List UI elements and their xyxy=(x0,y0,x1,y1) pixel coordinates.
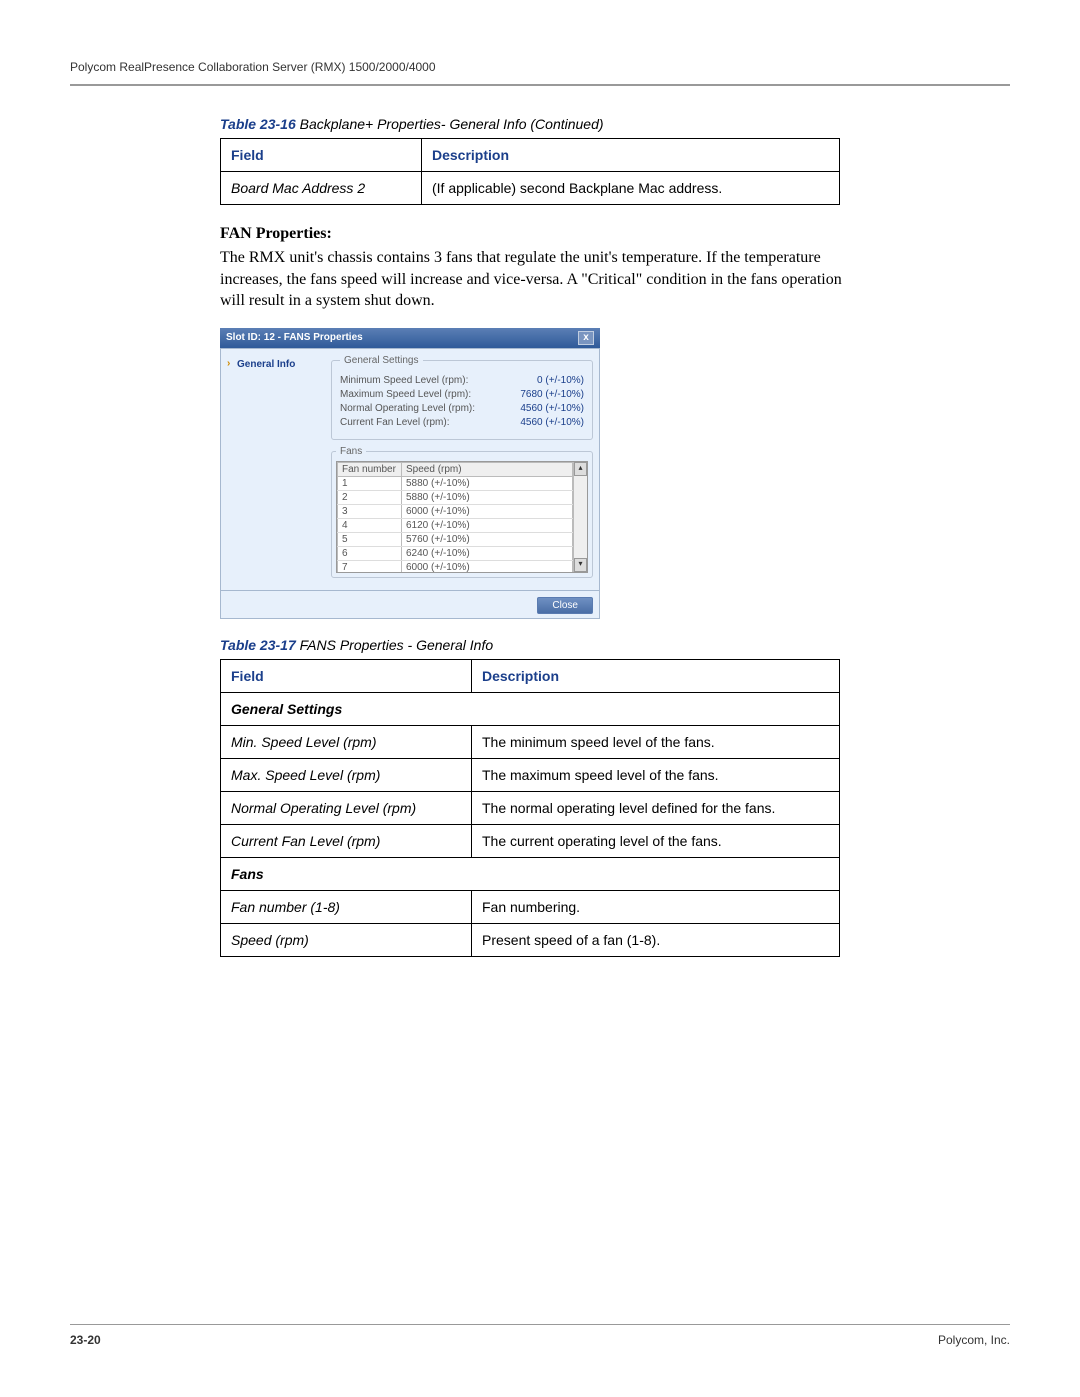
fan-speed: 5880 (+/-10%) xyxy=(402,490,573,504)
table-row: Normal Operating Level (rpm)The normal o… xyxy=(221,791,840,824)
table-row: Current Fan Level (rpm)The current opera… xyxy=(221,824,840,857)
fan-speed: 6000 (+/-10%) xyxy=(402,504,573,518)
table-row: Min. Speed Level (rpm)The minimum speed … xyxy=(221,725,840,758)
fan-number: 1 xyxy=(338,476,402,490)
fan-row: 55760 (+/-10%) xyxy=(338,532,573,546)
table-cell-desc: (If applicable) second Backplane Mac add… xyxy=(422,172,840,205)
table-cell-desc: Fan numbering. xyxy=(472,890,840,923)
table-16-number: Table 23-16 xyxy=(220,116,296,132)
fan-properties-paragraph: The RMX unit's chassis contains 3 fans t… xyxy=(220,247,860,312)
table-row: Fan number (1-8)Fan numbering. xyxy=(221,890,840,923)
fan-number: 5 xyxy=(338,532,402,546)
table-cell-desc: The minimum speed level of the fans. xyxy=(472,725,840,758)
fan-row: 36000 (+/-10%) xyxy=(338,504,573,518)
fan-number: 2 xyxy=(338,490,402,504)
general-settings-legend: General Settings xyxy=(340,355,423,366)
table-17-header-desc: Description xyxy=(472,659,840,692)
setting-value: 4560 (+/-10%) xyxy=(520,417,584,428)
close-icon[interactable]: x xyxy=(578,331,594,345)
scroll-up-icon[interactable]: ▴ xyxy=(574,462,587,476)
fan-number: 3 xyxy=(338,504,402,518)
table-17-header-field: Field xyxy=(221,659,472,692)
table-cell-desc: The maximum speed level of the fans. xyxy=(472,758,840,791)
table-cell-field: Speed (rpm) xyxy=(221,923,472,956)
setting-label: Current Fan Level (rpm): xyxy=(340,417,449,428)
table-16-caption-text: Backplane+ Properties- General Info (Con… xyxy=(296,116,604,132)
setting-value: 0 (+/-10%) xyxy=(537,375,584,386)
table-17-number: Table 23-17 xyxy=(220,637,296,653)
fan-row: 25880 (+/-10%) xyxy=(338,490,573,504)
fan-speed: 5760 (+/-10%) xyxy=(402,532,573,546)
table-row: Speed (rpm)Present speed of a fan (1-8). xyxy=(221,923,840,956)
fan-number: 6 xyxy=(338,546,402,560)
dialog-nav: General Info xyxy=(227,355,323,584)
company-name: Polycom, Inc. xyxy=(938,1333,1010,1347)
doc-header: Polycom RealPresence Collaboration Serve… xyxy=(70,60,1010,84)
table-cell-field: Fan number (1-8) xyxy=(221,890,472,923)
setting-row: Current Fan Level (rpm): 4560 (+/-10%) xyxy=(340,417,584,428)
fan-row: 46120 (+/-10%) xyxy=(338,518,573,532)
setting-label: Normal Operating Level (rpm): xyxy=(340,403,475,414)
table-row: Fans xyxy=(221,857,840,890)
nav-general-info[interactable]: General Info xyxy=(227,355,323,374)
table-17-caption: Table 23-17 FANS Properties - General In… xyxy=(220,637,1010,653)
table-cell-field: Max. Speed Level (rpm) xyxy=(221,758,472,791)
fan-row: 76000 (+/-10%) xyxy=(338,560,573,573)
fan-speed: 6000 (+/-10%) xyxy=(402,560,573,573)
page-footer: 23-20 Polycom, Inc. xyxy=(70,1324,1010,1347)
fan-header-speed: Speed (rpm) xyxy=(402,462,573,476)
scrollbar[interactable]: ▴ ▾ xyxy=(573,462,587,572)
general-settings-fieldset: General Settings Minimum Speed Level (rp… xyxy=(331,355,593,440)
dialog-title-bar: Slot ID: 12 - FANS Properties x xyxy=(220,328,600,348)
fans-properties-dialog: Slot ID: 12 - FANS Properties x General … xyxy=(220,328,600,619)
setting-label: Minimum Speed Level (rpm): xyxy=(340,375,468,386)
table-row: Max. Speed Level (rpm)The maximum speed … xyxy=(221,758,840,791)
table-17: Field Description General Settings Min. … xyxy=(220,659,840,957)
table-17-caption-text: FANS Properties - General Info xyxy=(296,637,493,653)
close-button[interactable]: Close xyxy=(537,597,593,614)
setting-row: Minimum Speed Level (rpm): 0 (+/-10%) xyxy=(340,375,584,386)
fan-table: Fan number Speed (rpm) 15880 (+/-10%) 25… xyxy=(336,461,588,573)
section-general-settings: General Settings xyxy=(221,692,840,725)
table-16-header-field: Field xyxy=(221,139,422,172)
table-16-header-desc: Description xyxy=(422,139,840,172)
table-cell-desc: Present speed of a fan (1-8). xyxy=(472,923,840,956)
scroll-down-icon[interactable]: ▾ xyxy=(574,558,587,572)
table-cell-desc: The normal operating level defined for t… xyxy=(472,791,840,824)
fan-row: 15880 (+/-10%) xyxy=(338,476,573,490)
fan-speed: 6240 (+/-10%) xyxy=(402,546,573,560)
fan-properties-heading: FAN Properties: xyxy=(220,225,1010,243)
page-number: 23-20 xyxy=(70,1333,101,1347)
setting-row: Maximum Speed Level (rpm): 7680 (+/-10%) xyxy=(340,389,584,400)
table-row: Board Mac Address 2 (If applicable) seco… xyxy=(221,172,840,205)
section-fans: Fans xyxy=(221,857,840,890)
setting-row: Normal Operating Level (rpm): 4560 (+/-10… xyxy=(340,403,584,414)
fan-row: 66240 (+/-10%) xyxy=(338,546,573,560)
dialog-title-text: Slot ID: 12 - FANS Properties xyxy=(226,332,363,343)
table-cell-field: Current Fan Level (rpm) xyxy=(221,824,472,857)
setting-value: 4560 (+/-10%) xyxy=(520,403,584,414)
fans-legend: Fans xyxy=(336,446,366,457)
table-16-caption: Table 23-16 Backplane+ Properties- Gener… xyxy=(220,116,1010,132)
table-16: Field Description Board Mac Address 2 (I… xyxy=(220,138,840,205)
fans-fieldset: Fans Fan number Speed (rpm) 15880 (+/-10… xyxy=(331,446,593,578)
table-cell-field: Normal Operating Level (rpm) xyxy=(221,791,472,824)
fan-speed: 5880 (+/-10%) xyxy=(402,476,573,490)
setting-label: Maximum Speed Level (rpm): xyxy=(340,389,471,400)
fan-header-number: Fan number xyxy=(338,462,402,476)
fan-number: 4 xyxy=(338,518,402,532)
setting-value: 7680 (+/-10%) xyxy=(520,389,584,400)
table-cell-field: Board Mac Address 2 xyxy=(221,172,422,205)
fan-number: 7 xyxy=(338,560,402,573)
table-row: General Settings xyxy=(221,692,840,725)
header-rule xyxy=(70,84,1010,86)
table-cell-field: Min. Speed Level (rpm) xyxy=(221,725,472,758)
table-cell-desc: The current operating level of the fans. xyxy=(472,824,840,857)
fan-speed: 6120 (+/-10%) xyxy=(402,518,573,532)
